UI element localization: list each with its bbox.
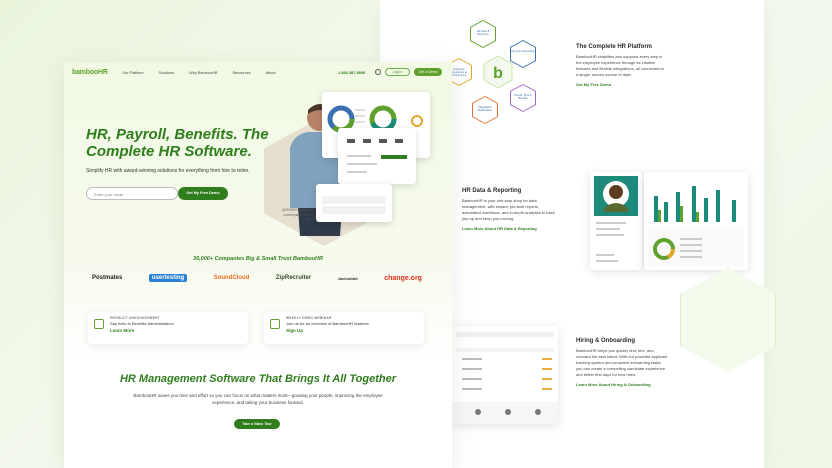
person-caption: ANTHONY SANDERS Lorem ipsum dolor sit am…	[282, 208, 314, 221]
usertesting-logo: usertesting	[148, 274, 188, 282]
postmates-logo: Postmates	[92, 275, 123, 281]
hiring-title: Hiring & Onboarding	[576, 338, 635, 344]
promo-tag: WEEKLY DEMO WEBINAR	[286, 316, 332, 320]
search-icon[interactable]	[375, 69, 381, 75]
nav-solutions[interactable]: Solutions	[159, 71, 175, 75]
promo-text: Say hello to Benefits Administration!	[110, 321, 174, 326]
nav-resources[interactable]: Resources	[232, 71, 250, 75]
data-title: HR Data & Reporting	[462, 188, 522, 194]
ziprecruiter-logo: ZipRecruiter	[275, 275, 312, 281]
webinar-card[interactable]: WEEKLY DEMO WEBINAR Join us for an overv…	[264, 312, 424, 344]
section-title: HR Management Software That Brings It Al…	[119, 373, 397, 385]
promo-text: Join us for an overview of BambooHR feat…	[286, 321, 370, 326]
email-input[interactable]: Enter your email	[86, 187, 178, 200]
platform-section: The Complete HR Platform BambooHR simpli…	[576, 44, 666, 88]
jackrabbit-logo: Jackrabbit	[337, 275, 358, 281]
main-nav: Our Platform Solutions Why BambooHR Reso…	[122, 71, 276, 75]
hiring-body: BambooHR helps you quickly find, hire, a…	[576, 348, 668, 377]
employee-profile-card	[590, 172, 642, 270]
notes-widget	[316, 184, 392, 222]
phone-number[interactable]: 1-866-387-9595	[338, 71, 365, 75]
homepage: bambooHR Our Platform Solutions Why Bamb…	[64, 62, 452, 468]
hiring-link[interactable]: Learn More About Hiring & Onboarding	[576, 382, 668, 388]
nav-why-bamboohr[interactable]: Why BambooHR	[189, 71, 217, 75]
analytics-dashboard	[644, 172, 748, 270]
sign-up-link[interactable]: Sign Up	[286, 328, 316, 333]
nav-about[interactable]: About	[266, 71, 276, 75]
login-button[interactable]: Log In	[385, 68, 410, 76]
hero-subtitle: Simplify HR with award-winning solutions…	[86, 168, 250, 174]
monitor-icon	[270, 319, 280, 329]
section-body: BambooHR saves you time and effort so yo…	[133, 393, 383, 405]
trust-heading: 30,000+ Companies Big & Small Trust Bamb…	[193, 256, 323, 262]
bamboohr-logo[interactable]: bambooHR	[72, 69, 108, 76]
changeorg-logo: change.org	[384, 274, 422, 282]
soundcloud-logo: SoundCloud	[213, 275, 250, 281]
data-section: HR Data & Reporting BambooHR is your one…	[462, 188, 558, 232]
gift-icon	[94, 319, 104, 329]
platform-title: The Complete HR Platform	[576, 44, 653, 50]
learn-more-link[interactable]: Learn More	[110, 328, 140, 333]
get-demo-button[interactable]: Get a Demo	[414, 68, 442, 76]
data-body: BambooHR is your one-stop shop for data …	[462, 198, 555, 221]
ats-screenshot	[452, 326, 558, 424]
data-link[interactable]: Learn More About HR Data & Reporting	[462, 226, 558, 232]
time-off-widget	[338, 128, 416, 184]
product-announcement-card[interactable]: PRODUCT ANNOUNCEMENT Say hello to Benefi…	[88, 312, 248, 344]
free-demo-button[interactable]: Get My Free Demo	[178, 187, 228, 200]
platform-body: BambooHR simplifies and supports every s…	[576, 54, 664, 77]
nav-our-platform[interactable]: Our Platform	[122, 71, 144, 75]
video-tour-button[interactable]: Take a Video Tour	[234, 419, 280, 429]
promo-tag: PRODUCT ANNOUNCEMENT	[110, 316, 160, 320]
hiring-section: Hiring & Onboarding BambooHR helps you q…	[576, 338, 668, 388]
platform-link[interactable]: Get My Free Demo	[576, 82, 666, 88]
svg-text:b: b	[493, 65, 503, 82]
customer-logos: Postmates usertesting SoundCloud ZipRecr…	[92, 274, 422, 282]
